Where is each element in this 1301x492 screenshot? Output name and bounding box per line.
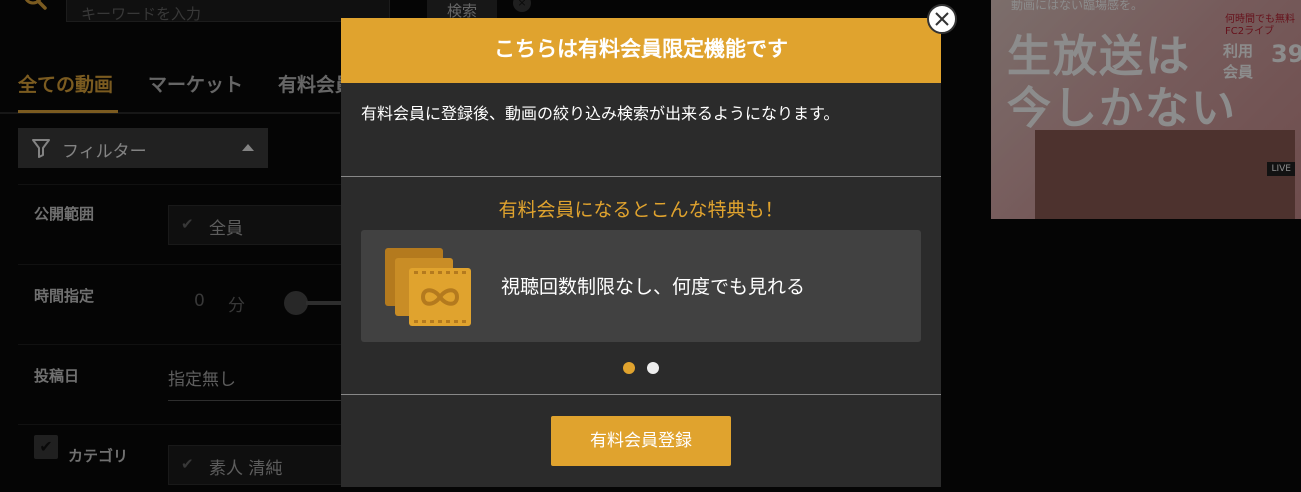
- pagination-dot-2[interactable]: [647, 362, 659, 374]
- pagination-dot-1[interactable]: [623, 362, 635, 374]
- benefit-text: 視聴回数制限なし、何度でも見れる: [501, 276, 806, 298]
- divider: [341, 394, 941, 395]
- divider: [341, 176, 941, 177]
- benefit-slide: 視聴回数制限なし、何度でも見れる: [361, 230, 921, 342]
- paid-member-modal: こちらは有料会員限定機能です 有料会員に登録後、動画の絞り込み検索が出来るように…: [341, 18, 941, 487]
- infinity-film-icon: [385, 248, 471, 326]
- register-paid-member-button[interactable]: 有料会員登録: [551, 416, 731, 466]
- benefit-heading: 有料会員になるとこんな特典も！: [498, 199, 784, 221]
- slide-pagination: [341, 359, 941, 378]
- modal-title: こちらは有料会員限定機能です: [341, 18, 941, 83]
- modal-description: 有料会員に登録後、動画の絞り込み検索が出来るようになります。: [361, 104, 840, 123]
- close-icon[interactable]: [927, 4, 957, 34]
